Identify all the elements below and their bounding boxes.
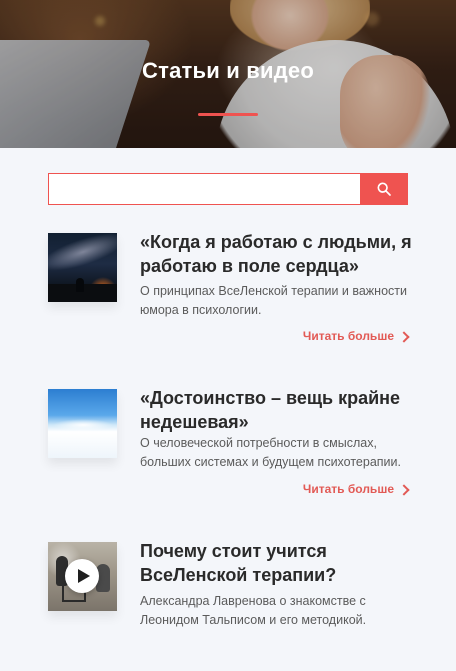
article-description: Александра Лавренова о знакомстве с Леон… (140, 594, 367, 627)
article-description: О человеческой потребности в смыслах, бо… (140, 436, 401, 469)
search-icon (376, 181, 392, 197)
search-button[interactable] (360, 173, 408, 205)
article-card: «Достоинство – вещь крайне недешевая» О … (48, 386, 428, 509)
chevron-right-icon (398, 330, 410, 343)
page-title: Статьи и видео (142, 58, 314, 83)
article-title[interactable]: Почему стоит учится ВсеЛенской терапии? (140, 539, 425, 587)
read-more-label: Читать больше (302, 482, 394, 496)
search-bar (48, 173, 408, 205)
read-more-link[interactable]: Читать больше (302, 482, 410, 496)
article-title[interactable]: «Когда я работаю с людьми, я работаю в п… (140, 230, 425, 278)
video-thumbnail[interactable] (48, 542, 117, 611)
cloud-layer (53, 419, 113, 431)
article-thumbnail[interactable] (48, 389, 117, 458)
title-underline (198, 113, 258, 116)
search-input[interactable] (48, 173, 360, 205)
article-description: О принципах ВсеЛенской терапии и важност… (140, 284, 407, 317)
tree-silhouette (76, 278, 84, 292)
article-title[interactable]: «Достоинство – вещь крайне недешевая» (140, 386, 425, 434)
article-thumbnail[interactable] (48, 233, 117, 302)
chevron-right-icon (398, 483, 410, 496)
article-card: Почему стоит учится ВсеЛенской терапии? … (48, 539, 428, 652)
play-icon[interactable] (65, 559, 99, 593)
hero-banner: Статьи и видео (0, 0, 456, 148)
read-more-link[interactable]: Читать больше (302, 329, 410, 343)
read-more-label: Читать больше (302, 329, 394, 343)
milky-way (48, 233, 117, 279)
article-card: «Когда я работаю с людьми, я работаю в п… (48, 230, 428, 353)
